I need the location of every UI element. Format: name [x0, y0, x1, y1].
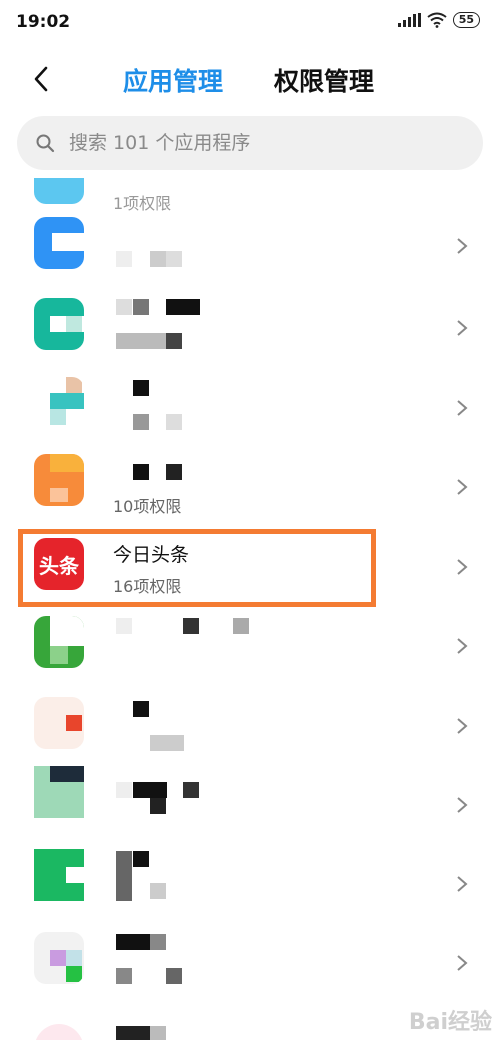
app-icon — [34, 932, 84, 984]
app-icon — [34, 849, 84, 901]
chevron-right-icon — [457, 400, 468, 416]
tab-app-management[interactable]: 应用管理 — [123, 62, 223, 98]
chevron-right-icon — [457, 238, 468, 254]
list-item[interactable] — [0, 207, 500, 286]
chevron-right-icon — [457, 559, 468, 575]
chevron-right-icon — [457, 797, 468, 813]
chevron-right-icon — [457, 876, 468, 892]
list-item[interactable] — [0, 681, 500, 760]
app-icon — [34, 298, 84, 350]
chevron-right-icon — [457, 320, 468, 336]
list-item[interactable] — [0, 286, 500, 365]
clock: 19:02 — [16, 12, 71, 32]
signal-icon — [397, 13, 421, 27]
chevron-right-icon — [457, 638, 468, 654]
app-list[interactable]: 1项权限 10项权限 头条 今日头条 16项权限 — [0, 178, 500, 1040]
highlight-box — [18, 529, 376, 607]
app-icon — [34, 616, 84, 668]
search-bar[interactable] — [17, 116, 483, 170]
list-item[interactable]: 10项权限 — [0, 444, 500, 523]
header: 应用管理 权限管理 — [0, 52, 500, 108]
list-item[interactable] — [0, 918, 500, 997]
chevron-right-icon — [457, 479, 468, 495]
wifi-icon — [427, 12, 447, 28]
list-item[interactable] — [0, 839, 500, 918]
search-input[interactable] — [69, 132, 449, 154]
list-item[interactable] — [0, 365, 500, 444]
perm-count: 10项权限 — [113, 497, 182, 516]
back-arrow-icon[interactable] — [30, 64, 54, 94]
tab-permission-management[interactable]: 权限管理 — [274, 62, 374, 98]
chevron-right-icon — [457, 718, 468, 734]
watermark: Bai经验 — [408, 1010, 492, 1035]
chevron-right-icon — [457, 955, 468, 971]
app-icon — [34, 766, 84, 818]
status-bar: 19:02 55 — [0, 0, 500, 44]
search-icon — [36, 134, 55, 153]
app-icon — [34, 454, 84, 506]
app-icon — [34, 217, 84, 269]
app-icon — [34, 1024, 84, 1040]
list-item[interactable] — [0, 602, 500, 681]
status-icons: 55 — [397, 12, 480, 28]
app-icon — [34, 178, 84, 204]
list-item[interactable] — [0, 760, 500, 839]
app-icon — [34, 697, 84, 749]
app-icon — [34, 377, 84, 429]
battery-icon: 55 — [452, 12, 480, 28]
